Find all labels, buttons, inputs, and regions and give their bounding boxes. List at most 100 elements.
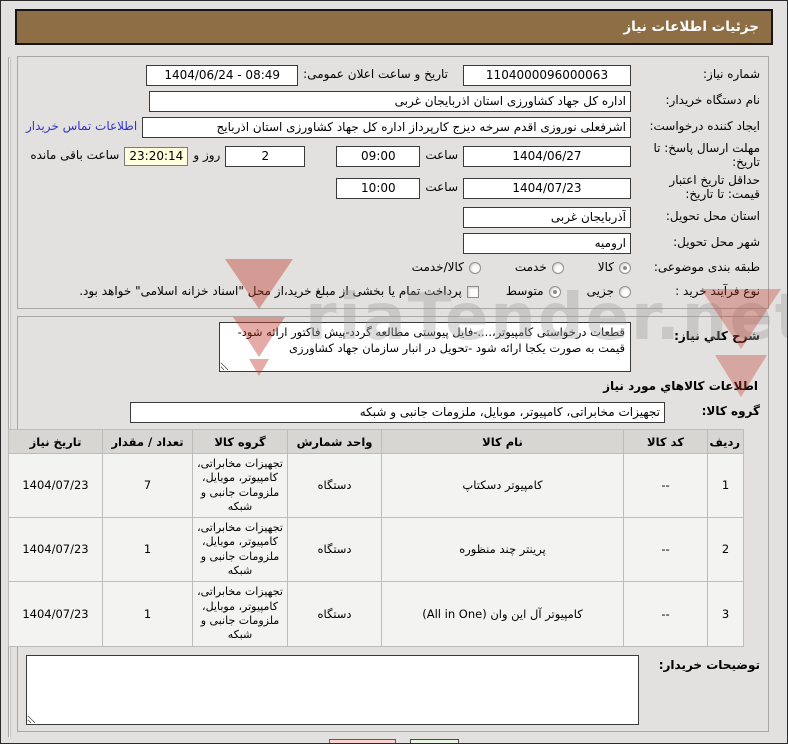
table-cell-qty: 1 bbox=[102, 517, 193, 583]
description-row: شرح کلي نیاز: قطعات درخواستی کامپیوتر،..… bbox=[26, 322, 760, 372]
radio-option[interactable]: جزیی bbox=[586, 284, 631, 299]
announce-datetime-input[interactable] bbox=[146, 64, 299, 86]
table-cell-need_date: 1404/07/23 bbox=[8, 581, 103, 647]
price-validity-label: حداقل تاریخ اعتبار قیمت: تا تاریخ: bbox=[669, 173, 760, 201]
need-details-page: جزئیات اطلاعات نیاز شماره نیاز: تاریخ و … bbox=[0, 0, 788, 744]
province-label: استان محل تحویل: bbox=[665, 209, 760, 224]
price-validity-row: حداقل تاریخ اعتبار قیمت: تا تاریخ: ساعت bbox=[26, 172, 760, 204]
radio-icon[interactable] bbox=[548, 285, 561, 298]
table-cell-group: تجهیزات مخابراتی، کامپیوتر، موبایل، ملزو… bbox=[192, 581, 288, 647]
goods-section-title: اطلاعات کالاهاي مورد نیاز bbox=[603, 379, 758, 393]
process-type-row: نوع فرآیند خرید : جزیی متوسط پرداخت تمام … bbox=[26, 280, 760, 304]
goods-table-header-cell: کد کالا bbox=[623, 429, 708, 454]
table-cell-code: -- bbox=[623, 581, 708, 647]
radio-icon[interactable] bbox=[619, 261, 631, 274]
goods-table-header-cell: تعداد / مقدار bbox=[102, 429, 193, 454]
goods-table-wrap: ردیف کد کالا نام کالا واحد شمارش گروه کالا تع… bbox=[8, 429, 744, 647]
table-cell-qty: 7 bbox=[102, 452, 193, 519]
buyer-contact-link[interactable]: اطلاعات تماس خریدار bbox=[26, 119, 137, 134]
goods-table-header-cell: ردیف bbox=[707, 429, 744, 454]
buyer-notes-row: توضیحات خریدار: bbox=[26, 654, 760, 725]
goods-table-header-cell: نام کالا bbox=[381, 429, 624, 454]
radio-icon[interactable] bbox=[551, 261, 564, 274]
table-cell-row: 3 bbox=[707, 581, 744, 647]
goods-table-header-cell: گروه کالا bbox=[192, 429, 288, 454]
goods-table: ردیف کد کالا نام کالا واحد شمارش گروه کالا تع… bbox=[8, 429, 744, 647]
description-textarea[interactable]: قطعات درخواستی کامپیوتر،....-فایل پیوستی… bbox=[219, 322, 631, 372]
action-buttons: چاپ بازگشت bbox=[1, 738, 787, 743]
city-label: شهر محل تحویل: bbox=[673, 235, 760, 250]
radio-option[interactable]: خدمت bbox=[514, 260, 564, 275]
creator-row: ایجاد کننده درخواست: اطلاعات تماس خریدار bbox=[26, 114, 760, 140]
table-cell-code: -- bbox=[623, 517, 708, 583]
days-label: روز و bbox=[193, 148, 221, 163]
deadline-row: مهلت ارسال پاسخ: تا تاریخ: ساعت روز و 23… bbox=[26, 140, 760, 172]
back-button[interactable]: بازگشت bbox=[329, 738, 397, 743]
buyer-org-row: نام دستگاه خریدار: bbox=[26, 88, 760, 114]
classification-label: طبقه بندی موضوعی: bbox=[653, 260, 760, 275]
goods-group-input[interactable] bbox=[130, 401, 665, 423]
table-cell-row: 2 bbox=[707, 517, 744, 583]
goods-group-row: گروه کالا: bbox=[26, 399, 760, 425]
table-row: 1 -- کامپیوتر دسکتاپ دستگاه تجهیزات مخابراتی… bbox=[8, 452, 744, 519]
province-input[interactable] bbox=[463, 206, 631, 228]
province-row: استان محل تحویل: bbox=[26, 204, 760, 230]
buyer-org-label: نام دستگاه خریدار: bbox=[665, 93, 761, 108]
radio-option[interactable]: کالا/خدمت bbox=[411, 260, 481, 275]
treasury-option[interactable]: پرداخت تمام یا بخشی از مبلغ خرید،از محل … bbox=[79, 284, 479, 299]
radio-option-label: خدمت bbox=[514, 260, 547, 275]
table-cell-need_date: 1404/07/23 bbox=[8, 517, 103, 583]
radio-option-label: کالا/خدمت bbox=[411, 260, 464, 275]
treasury-checkbox-label: پرداخت تمام یا بخشی از مبلغ خرید،از محل … bbox=[79, 284, 462, 299]
buyer-notes-label: توضیحات خریدار: bbox=[658, 657, 760, 672]
table-cell-group: تجهیزات مخابراتی، کامپیوتر، موبایل، ملزو… bbox=[192, 452, 288, 519]
radio-option[interactable]: کالا bbox=[597, 260, 631, 275]
goods-table-header-row: ردیف کد کالا نام کالا واحد شمارش گروه کالا تع… bbox=[8, 429, 744, 454]
page-title: جزئیات اطلاعات نیاز bbox=[15, 9, 773, 45]
treasury-checkbox-icon[interactable] bbox=[466, 285, 479, 298]
table-cell-name: پرینتر چند منظوره bbox=[381, 517, 624, 583]
table-cell-qty: 1 bbox=[102, 581, 193, 647]
validity-time-input[interactable] bbox=[336, 177, 421, 199]
table-cell-unit: دستگاه bbox=[287, 581, 382, 647]
classification-options: کالا خدمت کالا/خدمت bbox=[411, 260, 631, 275]
process-type-label: نوع فرآیند خرید : bbox=[675, 284, 760, 299]
need-number-label: شماره نیاز: bbox=[703, 67, 760, 82]
table-cell-name: کامپیوتر دسکتاپ bbox=[381, 452, 624, 519]
city-row: شهر محل تحویل: bbox=[26, 230, 760, 256]
process-type-options: جزیی متوسط bbox=[505, 284, 631, 299]
goods-group-label: گروه کالا: bbox=[701, 404, 760, 419]
countdown-label: ساعت باقی مانده bbox=[30, 148, 120, 163]
radio-option-label: کالا bbox=[597, 260, 614, 275]
validity-hour-label: ساعت bbox=[425, 180, 458, 195]
radio-option[interactable]: متوسط bbox=[505, 284, 561, 299]
need-number-input[interactable] bbox=[463, 64, 631, 86]
goods-table-header-cell: واحد شمارش bbox=[287, 429, 382, 454]
table-cell-need_date: 1404/07/23 bbox=[8, 452, 103, 519]
goods-table-header-cell: تاریخ نیاز bbox=[8, 429, 103, 454]
days-remaining-input[interactable] bbox=[225, 145, 306, 167]
buyer-notes-textarea[interactable] bbox=[26, 654, 639, 725]
request-info-panel: شماره نیاز: تاریخ و ساعت اعلان عمومی: نا… bbox=[17, 56, 769, 309]
creator-input[interactable] bbox=[142, 116, 631, 138]
table-cell-group: تجهیزات مخابراتی، کامپیوتر، موبایل، ملزو… bbox=[192, 517, 288, 583]
deadline-time-input[interactable] bbox=[336, 145, 421, 167]
radio-option-label: جزیی bbox=[586, 284, 614, 299]
countdown-timer: 23:20:14 bbox=[124, 146, 189, 166]
classification-row: طبقه بندی موضوعی: کالا خدمت کالا/خدمت bbox=[26, 256, 760, 280]
city-input[interactable] bbox=[463, 232, 631, 254]
print-button[interactable]: چاپ bbox=[410, 738, 459, 743]
table-cell-unit: دستگاه bbox=[287, 452, 382, 519]
table-cell-code: -- bbox=[623, 452, 708, 519]
buyer-org-input[interactable] bbox=[149, 90, 631, 112]
validity-date-input[interactable] bbox=[463, 177, 631, 199]
radio-icon[interactable] bbox=[468, 261, 481, 274]
need-number-row: شماره نیاز: تاریخ و ساعت اعلان عمومی: bbox=[26, 62, 760, 88]
radio-option-label: متوسط bbox=[505, 284, 544, 299]
table-row: 3 -- کامپیوتر آل این وان (All in One) دستگا… bbox=[8, 581, 744, 647]
table-cell-unit: دستگاه bbox=[287, 517, 382, 583]
radio-icon[interactable] bbox=[619, 285, 631, 298]
description-label: شرح کلي نیاز: bbox=[674, 329, 760, 343]
deadline-label: مهلت ارسال پاسخ: تا تاریخ: bbox=[653, 141, 760, 169]
deadline-date-input[interactable] bbox=[463, 145, 631, 167]
